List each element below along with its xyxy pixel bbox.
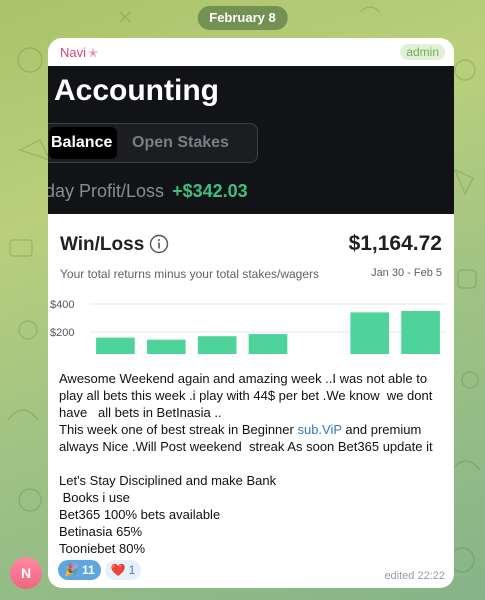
heart-reaction[interactable]: ❤️ 1 [104, 560, 142, 580]
tab-balance: Balance [49, 127, 117, 159]
text-paragraph-2: This week one of best streak in Beginner… [59, 422, 433, 454]
profit-loss-row: day Profit/Loss +$342.03 [48, 181, 248, 202]
accounting-header-panel: Accounting Balance Open Stakes day Profi… [48, 66, 454, 214]
text-line: Bet365 100% bets available [59, 507, 221, 522]
accounting-title: Accounting [54, 74, 219, 107]
profit-loss-label: day Profit/Loss [48, 181, 165, 201]
party-reaction[interactable]: 🎉 11 [58, 560, 101, 580]
screenshot-image[interactable]: Accounting Balance Open Stakes day Profi… [48, 66, 454, 354]
win-loss-subtitle: Your total returns minus your total stak… [60, 267, 320, 281]
text-line: Betinasia 65% [59, 524, 143, 539]
chart-bar [197, 336, 237, 354]
chart-bar [248, 334, 288, 354]
text-paragraph-1: Awesome Weekend again and amazing week .… [59, 371, 436, 420]
avatar[interactable]: N [10, 557, 42, 589]
chart-bar [146, 339, 186, 354]
text-line: Tooniebet 80% [59, 541, 146, 556]
date-separator: February 8 [197, 6, 288, 30]
reactions: 🎉 11 ❤️ 1 [58, 560, 142, 580]
profit-loss-value: +$342.03 [172, 181, 248, 201]
message-header: Navi ✭ admin [48, 38, 454, 66]
party-popper-icon: 🎉 [64, 563, 79, 577]
admin-badge: admin [400, 44, 445, 60]
edited-timestamp: edited 22:22 [384, 570, 445, 582]
chart-bar [350, 312, 390, 354]
star-icon: ✭ [88, 46, 99, 60]
text-line: Books i use [59, 490, 130, 505]
date-range: Jan 30 - Feb 5 [371, 267, 442, 279]
y-tick-label: $200 [50, 327, 74, 339]
y-tick-label: $400 [50, 299, 74, 311]
chart-bar [96, 337, 135, 354]
win-loss-bar-chart: $400$200$0 [50, 299, 446, 354]
win-loss-card: Win/Loss $1,164.72 Your total returns mi… [48, 214, 454, 354]
tab-open-stakes: Open Stakes [132, 134, 229, 151]
chart-bar [401, 311, 440, 354]
message-text: Awesome Weekend again and amazing week .… [59, 370, 449, 557]
heart-icon: ❤️ [110, 563, 126, 577]
sender-name[interactable]: Navi ✭ [60, 45, 98, 60]
win-loss-total: $1,164.72 [348, 232, 442, 255]
tab-group: Balance Open Stakes [48, 123, 258, 163]
text-line: Let's Stay Disciplined and make Bank [59, 473, 277, 488]
info-icon [149, 234, 169, 254]
win-loss-title: Win/Loss [60, 234, 145, 255]
message-bubble[interactable]: Navi ✭ admin Accounting Balance Open Stak… [48, 38, 454, 588]
sub-vip-link[interactable]: sub.ViP [297, 422, 341, 437]
